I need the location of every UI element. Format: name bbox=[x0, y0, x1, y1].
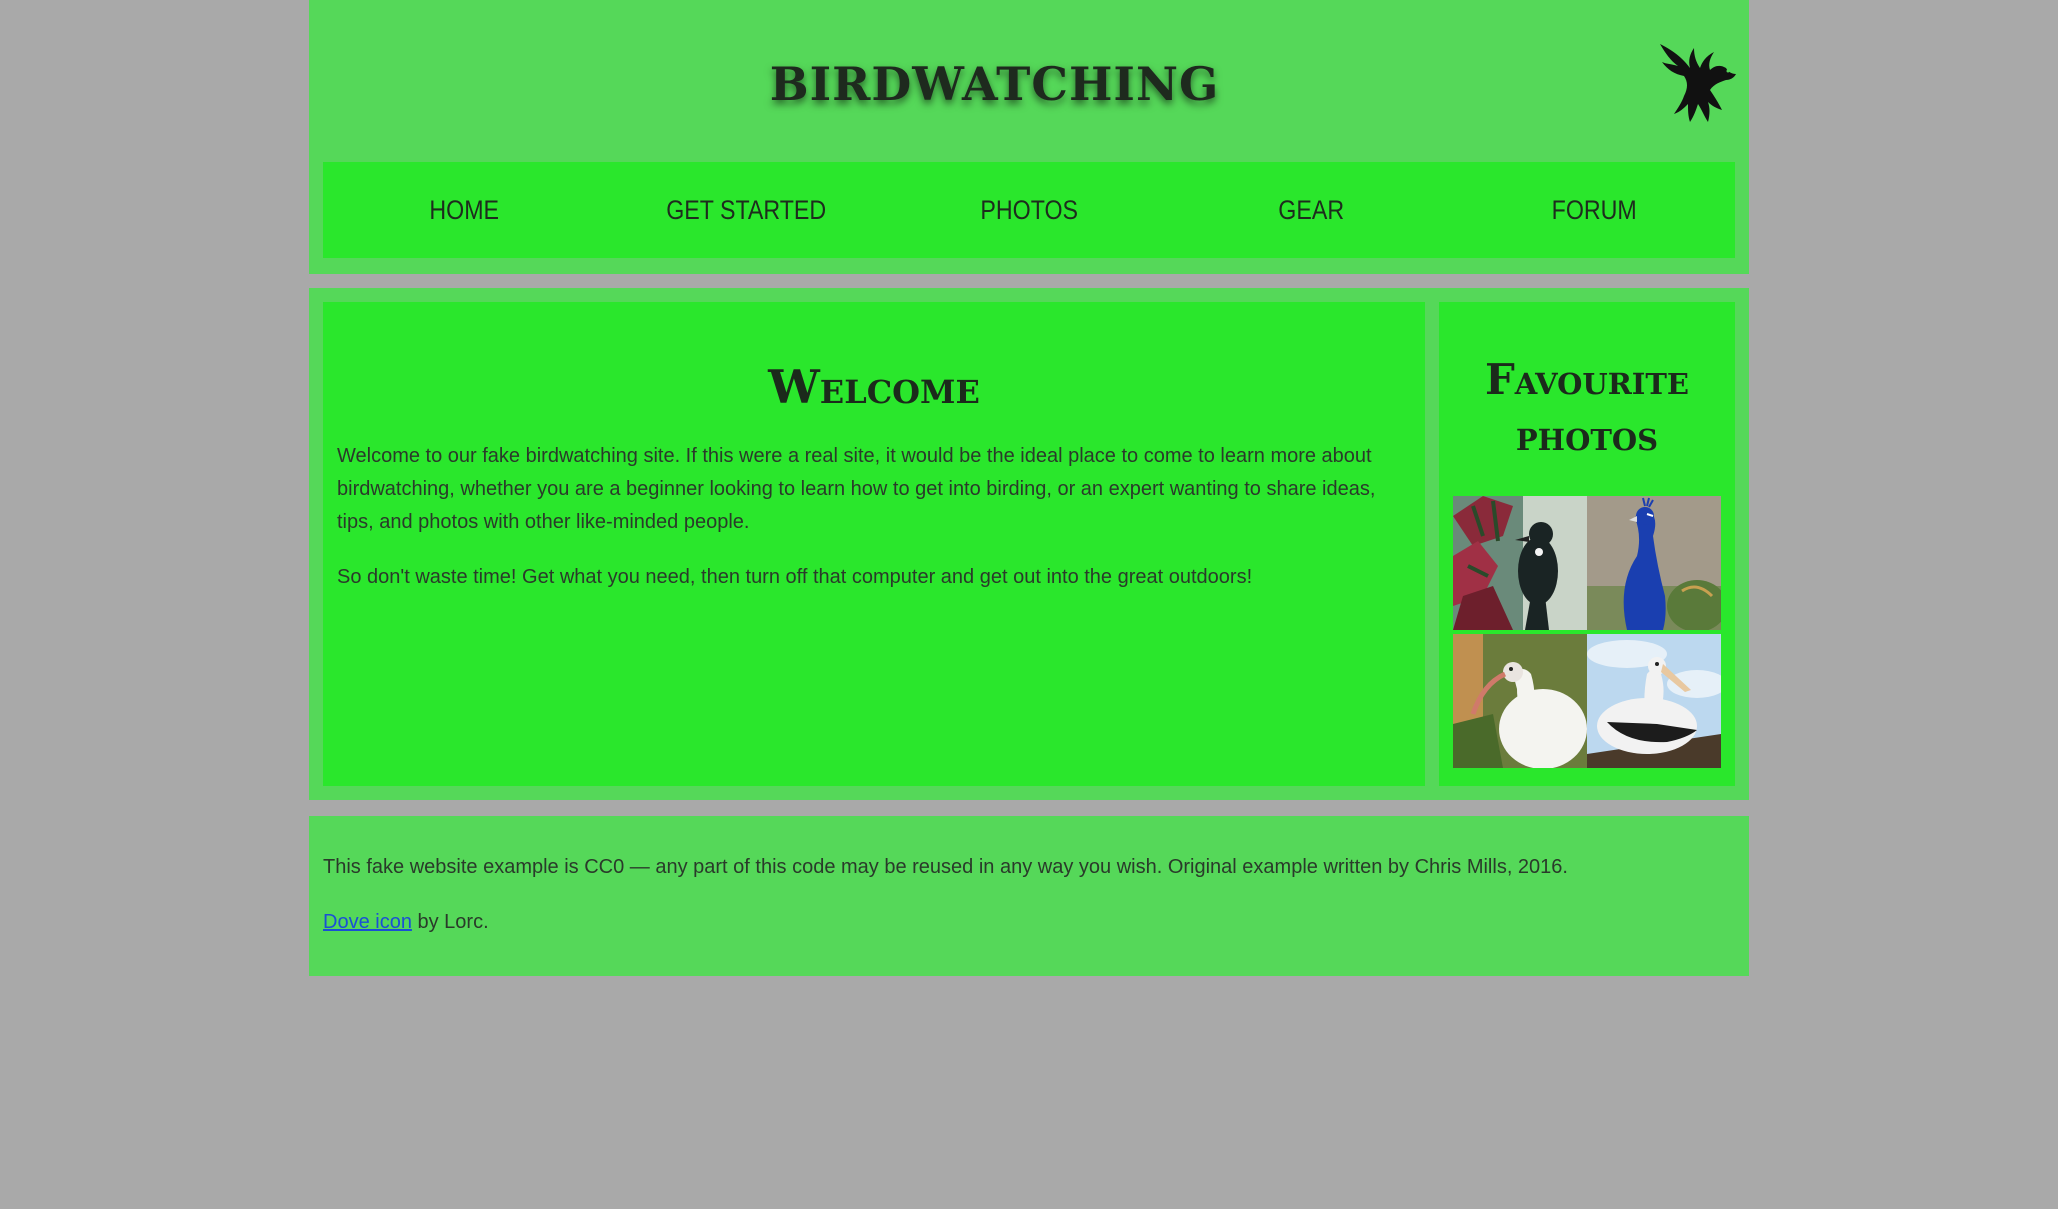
nav-photos[interactable]: PHOTOS bbox=[908, 195, 1151, 226]
dove-icon-credit-link[interactable]: Dove icon bbox=[323, 911, 412, 933]
nav-home[interactable]: HOME bbox=[343, 195, 586, 226]
ibis-photo[interactable] bbox=[1453, 634, 1587, 768]
article-heading: Welcome bbox=[768, 360, 980, 414]
aside-heading: Favourite photos bbox=[1484, 355, 1690, 460]
license-text: This fake website example is CC0 — any p… bbox=[323, 856, 1568, 878]
pelican-photo[interactable] bbox=[1587, 634, 1721, 768]
tui-photo[interactable] bbox=[1453, 496, 1587, 630]
article-paragraph: So don't waste time! Get what you need, … bbox=[337, 566, 1253, 588]
site-title: Birdwatching bbox=[769, 38, 1220, 116]
peacock-photo[interactable] bbox=[1587, 496, 1721, 630]
dove-icon bbox=[1654, 40, 1740, 126]
site-footer: This fake website example is CC0 — any p… bbox=[309, 816, 1749, 976]
photo-grid bbox=[1453, 496, 1721, 768]
favourite-photos-panel: Favourite photos bbox=[1439, 302, 1735, 786]
nav-forum[interactable]: FORUM bbox=[1472, 195, 1715, 226]
nav-get-started[interactable]: GET STARTED bbox=[625, 195, 868, 226]
main-content: Welcome Welcome to our fake birdwatching… bbox=[309, 288, 1749, 800]
nav-gear[interactable]: GEAR bbox=[1190, 195, 1433, 226]
credit-line: Dove icon by Lorc. bbox=[323, 911, 489, 934]
welcome-article: Welcome Welcome to our fake birdwatching… bbox=[323, 302, 1425, 786]
main-nav: HOME GET STARTED PHOTOS GEAR FORUM bbox=[323, 162, 1735, 258]
credit-suffix: by Lorc. bbox=[411, 911, 489, 933]
article-paragraph: Welcome to our fake birdwatching site. I… bbox=[337, 445, 1376, 533]
site-header: Birdwatching HOME GET STARTED PHOTOS GEA… bbox=[309, 0, 1749, 274]
